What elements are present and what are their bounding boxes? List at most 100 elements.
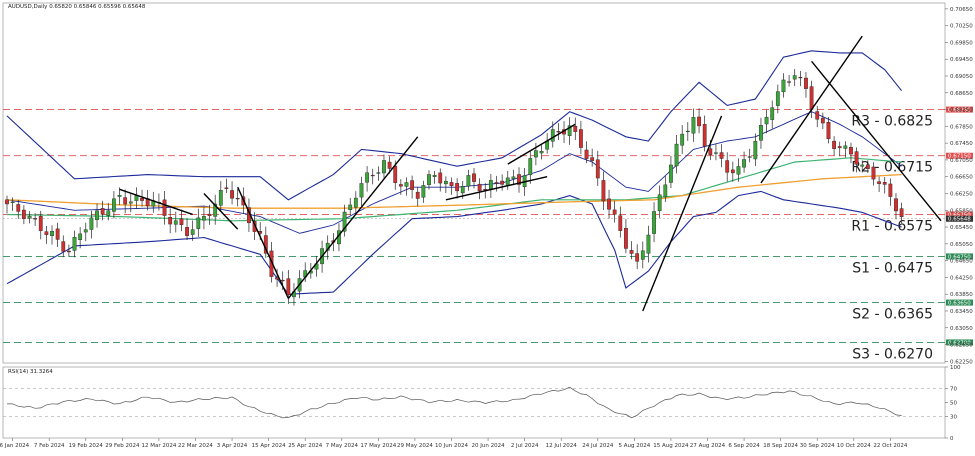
rsi-header: RSI(14) 31.3264 xyxy=(8,369,53,375)
x-tick-label: 19 Feb 2024 xyxy=(69,443,104,449)
x-tick-label: 26 Jan 2024 xyxy=(0,443,30,449)
candle-body xyxy=(888,183,893,197)
chart-stage: R3 - 0.6825 0.68250 R2 - 0.6715 0.67150 R1 -… xyxy=(0,0,975,452)
candle-body xyxy=(640,250,645,260)
candle-body xyxy=(100,208,105,215)
candle-body xyxy=(871,166,876,180)
candle-body xyxy=(370,174,375,177)
x-tick-label: 27 Aug 2024 xyxy=(690,443,726,449)
y-tick-label: 0.69450 xyxy=(950,57,973,63)
candle-body xyxy=(528,158,533,175)
candle-body xyxy=(505,177,510,186)
candle-body xyxy=(601,180,606,202)
candle-body xyxy=(657,194,662,212)
candle-body xyxy=(67,250,71,253)
candle-body xyxy=(95,210,99,221)
candle-body xyxy=(556,131,561,133)
candle-body xyxy=(230,190,234,199)
level-label: R1 - 0.6575 xyxy=(851,218,933,234)
candle-body xyxy=(106,210,111,216)
y-tick-label: 0.68250 xyxy=(950,108,973,114)
x-tick-label: 6 Sep 2024 xyxy=(728,443,760,449)
candle-body xyxy=(820,117,825,124)
candle-body xyxy=(652,211,656,234)
rsi-tick-label: 0 xyxy=(950,436,954,442)
candle-body xyxy=(162,199,167,216)
y-tick-label: 0.70250 xyxy=(950,24,973,30)
candle-body xyxy=(550,129,555,142)
y-tick-label: 0.69850 xyxy=(950,40,973,46)
x-tick-label: 22 Mar 2024 xyxy=(178,443,213,449)
x-tick-label: 29 Feb 2024 xyxy=(105,443,140,449)
x-tick-label: 15 Aug 2024 xyxy=(653,443,689,449)
candle-body xyxy=(280,279,285,282)
y-tick-label: 0.66250 xyxy=(950,191,973,197)
candle-body xyxy=(78,233,83,240)
candle-body xyxy=(584,149,589,159)
candle-body xyxy=(685,130,690,133)
x-tick-label: 22 Oct 2024 xyxy=(873,443,908,449)
current-price-tag-text: 0.65648 xyxy=(948,217,971,223)
candle-body xyxy=(837,146,842,149)
candle-body xyxy=(83,229,88,233)
candle-body xyxy=(387,161,392,169)
level-label: S2 - 0.6365 xyxy=(852,307,933,323)
candle-body xyxy=(854,151,859,165)
candle-body xyxy=(719,152,724,159)
candle-body xyxy=(882,182,887,185)
candle-body xyxy=(55,228,60,240)
candle-body xyxy=(618,215,623,231)
candle-body xyxy=(224,187,229,189)
candle-body xyxy=(809,86,814,110)
y-tick-label: 0.67050 xyxy=(950,158,973,164)
candle-body xyxy=(398,184,403,187)
candle-body xyxy=(894,198,898,212)
candle-body xyxy=(573,125,578,132)
candle-body xyxy=(770,107,775,120)
candle-body xyxy=(691,117,696,134)
x-tick-label: 15 Apr 2024 xyxy=(252,443,287,449)
candle-body xyxy=(865,164,870,169)
candle-body xyxy=(190,229,195,235)
candle-body xyxy=(173,220,178,225)
candle-body xyxy=(50,231,54,236)
x-tick-label: 3 Apr 2024 xyxy=(217,443,248,449)
candle-body xyxy=(736,166,741,175)
x-tick-label: 25 Apr 2024 xyxy=(288,443,323,449)
candle-body xyxy=(899,208,904,217)
candle-body xyxy=(742,159,746,168)
rsi-tick-label: 70 xyxy=(950,386,957,392)
candle-body xyxy=(494,182,499,184)
rsi-tick-label: 30 xyxy=(950,415,957,421)
candle-body xyxy=(404,182,409,187)
candle-body xyxy=(21,209,26,219)
candle-body xyxy=(466,175,471,187)
candle-body xyxy=(635,253,640,262)
candle-body xyxy=(359,183,364,198)
candle-body xyxy=(472,173,476,182)
candle-body xyxy=(646,234,651,254)
x-tick-label: 2 Jul 2024 xyxy=(511,443,539,449)
candle-body xyxy=(669,164,673,183)
y-tick-label: 0.70650 xyxy=(950,7,973,13)
candle-body xyxy=(624,228,628,249)
price-chart: R3 - 0.68250.68250R2 - 0.67150.67150R1 -… xyxy=(0,0,975,452)
candle-body xyxy=(725,160,730,173)
candle-body xyxy=(708,148,713,155)
candle-body xyxy=(10,201,15,203)
candle-body xyxy=(500,180,505,185)
y-tick-label: 0.64250 xyxy=(950,275,973,281)
y-tick-label: 0.67450 xyxy=(950,141,973,147)
candle-body xyxy=(33,218,38,220)
candle-body xyxy=(477,183,482,192)
candle-body xyxy=(128,201,133,204)
candle-body xyxy=(449,182,454,186)
candle-body xyxy=(747,156,752,158)
candle-body xyxy=(775,91,780,106)
candle-body xyxy=(849,147,853,155)
candle-body xyxy=(539,151,544,154)
level-label: S1 - 0.6475 xyxy=(852,260,933,276)
y-tick-label: 0.63450 xyxy=(950,309,973,315)
candle-body xyxy=(443,180,448,185)
candle-body xyxy=(826,121,831,140)
